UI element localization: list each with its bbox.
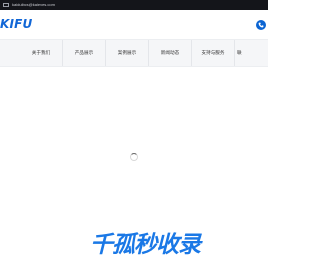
phone-icon xyxy=(258,22,264,28)
nav-item-contact[interactable]: 联 xyxy=(235,40,268,66)
site-logo[interactable]: KIFU xyxy=(0,17,33,31)
nav-item-cases[interactable]: 案例展示 xyxy=(106,40,149,66)
loading-spinner-icon xyxy=(130,153,138,161)
hero-slogan: 千孤秒收录 xyxy=(90,232,201,258)
contact-email[interactable]: kaiduibcs@kaieves.com xyxy=(12,1,55,9)
nav-item-products[interactable]: 产品展示 xyxy=(63,40,106,66)
nav-item-news[interactable]: 新闻动态 xyxy=(149,40,192,66)
main-nav: 关于我们 产品展示 案例展示 新闻动态 支持与服务 联 xyxy=(0,39,268,67)
nav-item-support[interactable]: 支持与服务 xyxy=(192,40,235,66)
mail-icon xyxy=(3,3,9,7)
site-header: KIFU xyxy=(0,10,268,39)
top-bar: kaiduibcs@kaieves.com xyxy=(0,0,268,10)
nav-item-about[interactable]: 关于我们 xyxy=(20,40,63,66)
phone-button[interactable] xyxy=(256,20,266,30)
